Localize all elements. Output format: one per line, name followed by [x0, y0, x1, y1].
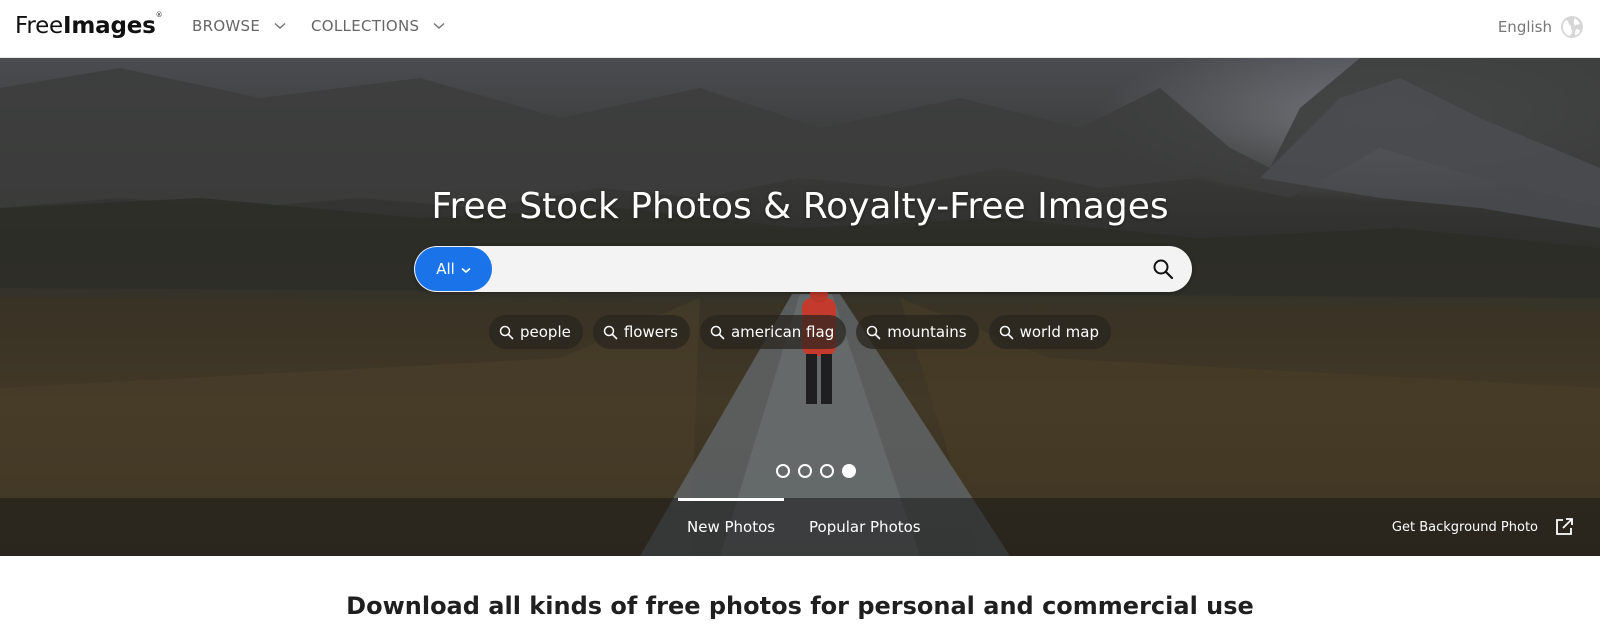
nav-browse[interactable]: BROWSE	[192, 17, 286, 35]
tag-label: american flag	[730, 323, 835, 341]
carousel-dot[interactable]	[776, 464, 790, 478]
get-background-photo-link[interactable]: Get Background Photo	[1392, 498, 1574, 556]
external-link-icon	[1554, 517, 1574, 537]
tag-american-flag[interactable]: american flag	[699, 315, 847, 349]
search-bar: All	[414, 246, 1192, 292]
search-icon	[499, 325, 514, 340]
chevron-down-icon	[461, 260, 471, 278]
tab-new-photos[interactable]: New Photos	[677, 498, 785, 556]
language-selector[interactable]: English	[1498, 15, 1584, 39]
carousel-dot-active[interactable]	[842, 464, 856, 478]
hero-title: Free Stock Photos & Royalty-Free Images	[431, 186, 1169, 227]
photo-tabs-bar: New Photos Popular Photos Get Background…	[0, 498, 1600, 556]
nav-browse-label: BROWSE	[192, 17, 261, 35]
globe-icon	[1560, 15, 1584, 39]
search-icon[interactable]	[1152, 258, 1174, 280]
search-filter-dropdown[interactable]: All	[415, 247, 492, 291]
tab-label: New Photos	[687, 518, 776, 536]
tab-label: Popular Photos	[809, 518, 921, 536]
get-background-photo-label: Get Background Photo	[1391, 519, 1538, 535]
chevron-down-icon	[433, 22, 445, 30]
logo-text-images: Images	[63, 13, 156, 39]
tag-label: people	[520, 323, 571, 341]
site-header: FreeImages® BROWSE COLLECTIONS English	[0, 0, 1600, 58]
search-filter-label: All	[436, 260, 455, 278]
language-label: English	[1497, 18, 1552, 36]
tag-label: mountains	[887, 323, 967, 341]
tag-flowers[interactable]: flowers	[592, 315, 690, 349]
page-tagline: Download all kinds of free photos for pe…	[346, 592, 1254, 620]
tag-label: flowers	[623, 323, 678, 341]
search-icon	[999, 325, 1014, 340]
carousel-dot[interactable]	[820, 464, 834, 478]
nav-collections[interactable]: COLLECTIONS	[311, 17, 445, 35]
carousel-dot[interactable]	[798, 464, 812, 478]
tag-label: world map	[1019, 323, 1099, 341]
site-logo[interactable]: FreeImages®	[15, 11, 163, 39]
chevron-down-icon	[274, 22, 286, 30]
tab-popular-photos[interactable]: Popular Photos	[809, 498, 921, 556]
tag-people[interactable]: people	[489, 315, 583, 349]
nav-collections-label: COLLECTIONS	[311, 17, 420, 35]
search-icon	[866, 325, 881, 340]
logo-text-free: Free	[15, 13, 64, 39]
tag-world-map[interactable]: world map	[988, 315, 1111, 349]
search-icon	[603, 325, 618, 340]
search-icon	[710, 325, 725, 340]
tag-mountains[interactable]: mountains	[856, 315, 979, 349]
suggested-searches: people flowers american flag mountains w…	[0, 315, 1600, 349]
hero-banner: Free Stock Photos & Royalty-Free Images …	[0, 58, 1600, 556]
logo-registered-mark: ®	[155, 11, 163, 19]
hero-background-image	[0, 58, 1600, 556]
carousel-indicators	[0, 464, 1600, 478]
search-input[interactable]	[498, 246, 1138, 292]
